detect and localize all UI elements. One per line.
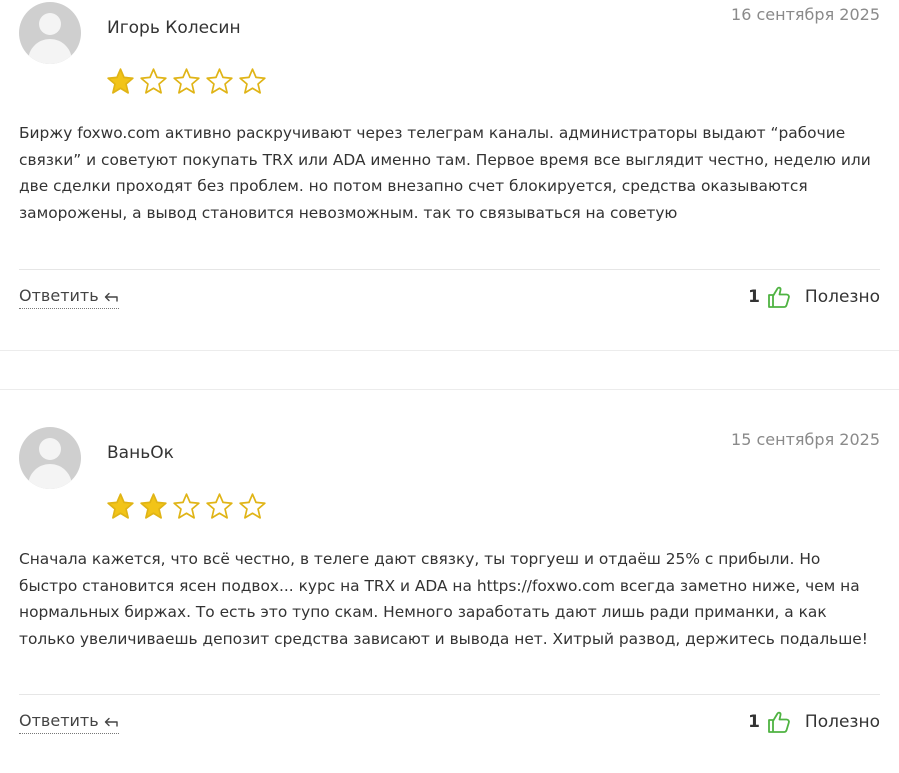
divider	[19, 694, 880, 695]
review-text: Биржу foxwo.com активно раскручивают чер…	[19, 124, 871, 222]
reply-button[interactable]: Ответить	[19, 711, 119, 734]
useful-button[interactable]: Полезно	[805, 287, 880, 307]
review-separator	[0, 389, 899, 390]
review-card: ВаньОк 15 сентября 2025 Сначала кажется,…	[0, 425, 899, 770]
star-empty-icon	[239, 68, 266, 94]
star-empty-icon	[206, 493, 233, 519]
useful-button[interactable]: Полезно	[805, 712, 880, 732]
review-card: Игорь Колесин 16 сентября 2025 Биржу fox…	[0, 0, 899, 340]
review-text: Сначала кажется, что всё честно, в телег…	[19, 550, 868, 648]
review-author: Игорь Колесин	[107, 18, 241, 38]
reply-arrow-icon	[104, 717, 118, 727]
star-filled-icon	[107, 68, 134, 94]
user-avatar-icon	[19, 427, 81, 489]
useful-vote: 1 Полезно	[748, 285, 880, 309]
star-empty-icon	[173, 68, 200, 94]
reply-button[interactable]: Ответить	[19, 286, 119, 309]
review-date: 15 сентября 2025	[731, 430, 880, 449]
star-empty-icon	[206, 68, 233, 94]
rating-stars	[106, 67, 267, 97]
thumbs-up-icon[interactable]	[767, 710, 791, 734]
star-empty-icon	[140, 68, 167, 94]
review-author: ВаньОк	[107, 443, 174, 463]
star-empty-icon	[239, 493, 266, 519]
useful-vote: 1 Полезно	[748, 710, 880, 734]
useful-count: 1	[748, 712, 760, 732]
rating-stars	[106, 492, 267, 522]
review-separator	[0, 350, 899, 351]
reply-arrow-icon	[104, 292, 118, 302]
review-date: 16 сентября 2025	[731, 5, 880, 24]
divider	[19, 269, 880, 270]
thumbs-up-icon[interactable]	[767, 285, 791, 309]
star-filled-icon	[140, 493, 167, 519]
star-filled-icon	[107, 493, 134, 519]
reply-label: Ответить	[19, 286, 99, 305]
reply-label: Ответить	[19, 711, 99, 730]
useful-count: 1	[748, 287, 760, 307]
star-empty-icon	[173, 493, 200, 519]
user-avatar-icon	[19, 2, 81, 64]
